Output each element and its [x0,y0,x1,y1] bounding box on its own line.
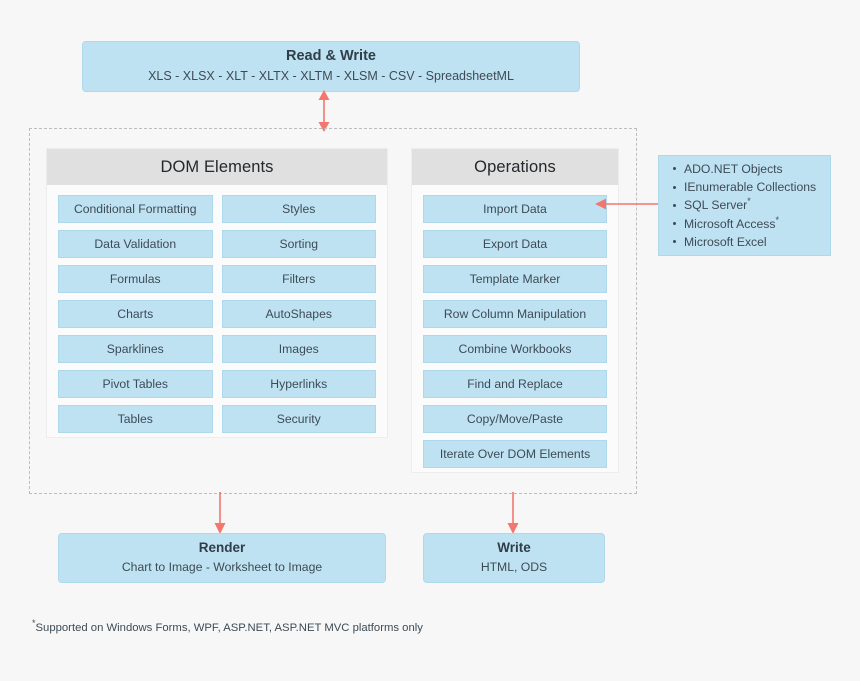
data-source-label: SQL Server [684,198,748,213]
operations-panel: Operations Import Data Export Data Templat… [411,148,619,473]
dom-element-item[interactable]: Formulas [58,265,213,293]
dom-elements-header: DOM Elements [47,149,387,185]
data-source-label: ADO.NET Objects [684,161,783,176]
dom-elements-right-column: Styles Sorting Filters AutoShapes Images Hype… [221,195,376,433]
dom-element-item[interactable]: Conditional Formatting [58,195,213,223]
data-source-label: Microsoft Access [684,216,776,231]
dom-element-item[interactable]: Styles [221,195,376,223]
operation-item[interactable]: Find and Replace [423,370,607,398]
render-title: Render [198,540,246,556]
dom-element-item[interactable]: Hyperlinks [221,370,376,398]
diagram-canvas: Read & Write XLS - XLSX - XLT - XLTX - X… [0,0,860,681]
operation-item[interactable]: Iterate Over DOM Elements [423,440,607,468]
operation-item[interactable]: Row Column Manipulation [423,300,607,328]
operations-body: Import Data Export Data Template Marker Row… [412,185,618,478]
render-subtitle: Chart to Image - Worksheet to Image [121,560,323,575]
read-write-title: Read & Write [286,48,376,65]
dom-element-item[interactable]: Filters [221,265,376,293]
dom-element-item[interactable]: Data Validation [58,230,213,258]
dom-elements-body: Conditional Formatting Data Validation For… [47,185,387,443]
footnote-text: Supported on Windows Forms, WPF, ASP.NET… [35,622,423,634]
dom-element-item[interactable]: Security [221,405,376,433]
data-source-label: IEnumerable Collections [684,180,817,195]
dom-elements-panel: DOM Elements Conditional Formatting Data … [46,148,388,438]
data-sources-box: ADO.NET Objects IEnumerable Collections SQ… [658,155,831,256]
write-subtitle: HTML, ODS [480,560,548,575]
data-source-item: SQL Server* [673,196,816,214]
dom-element-item[interactable]: Sparklines [58,335,213,363]
data-source-item: ADO.NET Objects [673,160,816,178]
footnote: *Supported on Windows Forms, WPF, ASP.NE… [32,619,423,634]
dom-element-item[interactable]: Pivot Tables [58,370,213,398]
render-box: Render Chart to Image - Worksheet to Ima… [58,533,386,583]
write-title: Write [497,540,531,556]
dom-element-item[interactable]: AutoShapes [221,300,376,328]
write-connector-arrow [507,492,519,534]
data-source-item: Microsoft Excel [673,233,816,251]
operation-item[interactable]: Template Marker [423,265,607,293]
data-source-item: Microsoft Access* [673,215,816,233]
read-write-box: Read & Write XLS - XLSX - XLT - XLTX - X… [82,41,580,92]
dom-element-item[interactable]: Tables [58,405,213,433]
data-sources-connector-arrow [595,198,659,210]
dom-element-item[interactable]: Images [221,335,376,363]
render-connector-arrow [214,492,226,534]
data-sources-list: ADO.NET Objects IEnumerable Collections SQ… [659,160,816,251]
read-write-connector-arrow [318,90,330,132]
operation-item[interactable]: Combine Workbooks [423,335,607,363]
data-source-footnote-marker: * [775,214,779,225]
data-source-label: Microsoft Excel [684,234,767,249]
dom-element-item[interactable]: Sorting [221,230,376,258]
dom-elements-left-column: Conditional Formatting Data Validation For… [58,195,213,433]
operation-item[interactable]: Import Data [423,195,607,223]
operations-list: Import Data Export Data Template Marker Row… [423,195,607,468]
operations-header: Operations [412,149,618,185]
data-source-item: IEnumerable Collections [673,178,816,196]
data-source-footnote-marker: * [747,196,751,207]
operation-item[interactable]: Copy/Move/Paste [423,405,607,433]
operation-item[interactable]: Export Data [423,230,607,258]
write-box: Write HTML, ODS [423,533,605,583]
read-write-formats: XLS - XLSX - XLT - XLTX - XLTM - XLSM - … [148,69,514,84]
dom-element-item[interactable]: Charts [58,300,213,328]
